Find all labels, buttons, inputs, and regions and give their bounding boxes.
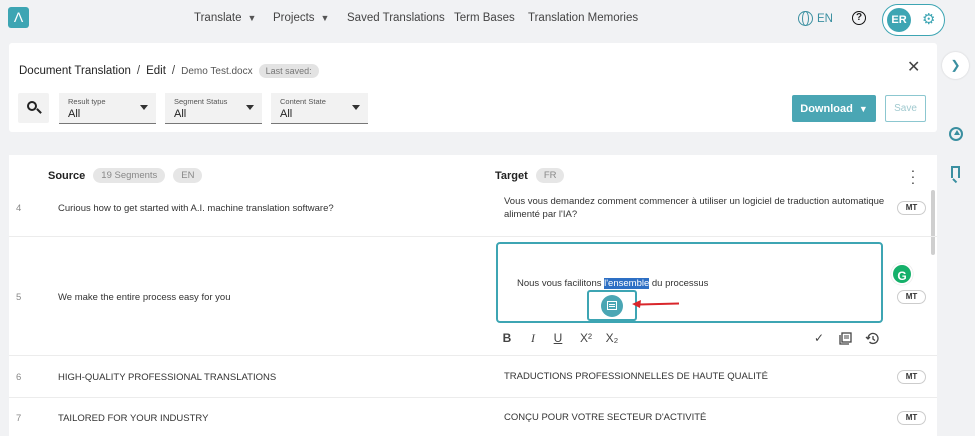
user-menu[interactable]: ER ⚙ (882, 4, 945, 36)
breadcrumb-file-name: Demo Test.docx (181, 65, 253, 77)
bold-button[interactable]: B (500, 331, 514, 345)
nav-translate[interactable]: Translate ▼ (194, 12, 256, 24)
editor-text[interactable]: Nous vous facilitons l'ensemble du proce… (517, 278, 708, 289)
top-navigation: Λ Translate ▼ Projects ▼ Saved Translation… (0, 0, 975, 40)
segment-number: 5 (16, 292, 22, 303)
expand-panel-button[interactable]: ❯ (942, 52, 969, 79)
annotation-arrow-icon (632, 300, 680, 308)
confirm-icon[interactable]: ✓ (814, 331, 824, 345)
source-text: We make the entire process easy for you (58, 292, 231, 303)
history-icon[interactable] (865, 332, 879, 348)
source-column-header: Source 19 Segments EN (48, 168, 203, 183)
nav-projects[interactable]: Projects ▼ (273, 12, 329, 24)
save-button[interactable]: Save (885, 95, 926, 122)
segments-panel: Source 19 Segments EN Target FR · · · 4 Cu… (9, 155, 937, 436)
segments-count-badge: 19 Segments (93, 168, 166, 183)
content-state-label: Content State (280, 97, 326, 106)
segment-number: 7 (16, 413, 22, 424)
underline-button[interactable]: U (551, 331, 565, 345)
segment-status-label: Segment Status (174, 97, 228, 106)
mt-badge: MT (897, 411, 926, 425)
language-code: EN (817, 12, 833, 25)
result-type-value: All (68, 108, 81, 120)
segment-status-select[interactable]: Segment Status All (165, 93, 262, 124)
help-icon[interactable]: ? (852, 11, 866, 25)
glossary-icon (607, 301, 617, 310)
gear-icon[interactable]: ⚙ (922, 10, 935, 28)
chevron-down-icon: ▼ (247, 13, 257, 23)
dropdown-arrow-icon (246, 105, 254, 110)
bookmark-icon[interactable] (951, 166, 960, 178)
target-text[interactable]: TRADUCTIONS PROFESSIONNELLES DE HAUTE QU… (504, 370, 894, 383)
table-row[interactable]: 7 TAILORED FOR YOUR INDUSTRY CONÇU POUR … (9, 397, 937, 436)
search-button[interactable] (18, 93, 49, 123)
last-saved-badge: Last saved: (258, 64, 319, 78)
breadcrumb-separator: / (171, 65, 176, 77)
close-icon[interactable]: ✕ (907, 57, 920, 77)
document-header: Document Translation / Edit / Demo Test.… (9, 43, 937, 132)
target-text[interactable]: Vous vous demandez comment commencer à u… (504, 195, 894, 221)
nav-projects-label: Projects (273, 12, 315, 24)
breadcrumb-document-translation[interactable]: Document Translation (19, 65, 131, 77)
source-title: Source (48, 169, 86, 182)
superscript-button[interactable]: X² (577, 331, 595, 345)
download-label: Download (800, 102, 853, 115)
dropdown-arrow-icon (140, 105, 148, 110)
breadcrumb-separator: / (136, 65, 141, 77)
copy-source-icon[interactable] (839, 332, 852, 348)
nav-saved-translations[interactable]: Saved Translations (347, 12, 445, 24)
glossary-popup (587, 290, 637, 321)
segment-number: 4 (16, 203, 22, 214)
source-text: Curious how to get started with A.I. mac… (58, 203, 334, 214)
breadcrumb-edit[interactable]: Edit (146, 65, 166, 77)
segment-status-value: All (174, 108, 187, 120)
subscript-button[interactable]: X₂ (603, 331, 621, 345)
mt-badge: MT (897, 370, 926, 384)
source-language-badge: EN (173, 168, 203, 183)
result-type-label: Result type (68, 97, 106, 106)
language-selector[interactable]: EN (798, 11, 833, 26)
grammarly-icon[interactable]: G (891, 263, 913, 285)
source-text: TAILORED FOR YOUR INDUSTRY (58, 413, 209, 424)
content-state-value: All (280, 108, 293, 120)
nav-translate-label: Translate (194, 12, 242, 24)
app-logo[interactable]: Λ (8, 7, 29, 28)
content-state-select[interactable]: Content State All (271, 93, 368, 124)
globe-icon (798, 11, 813, 26)
download-button[interactable]: Download ▼ (792, 95, 876, 122)
chevron-down-icon: ▼ (858, 103, 868, 114)
target-column-header: Target FR (495, 168, 565, 183)
chevron-right-icon: ❯ (950, 58, 961, 72)
target-language-badge: FR (535, 168, 565, 183)
source-text: HIGH-QUALITY PROFESSIONAL TRANSLATIONS (58, 372, 277, 383)
chevron-down-icon: ▼ (320, 13, 330, 23)
more-options-icon[interactable]: · · · (910, 163, 916, 189)
glossary-button[interactable] (601, 295, 623, 317)
editor-text-after: du processus (649, 278, 709, 289)
result-type-select[interactable]: Result type All (59, 93, 156, 124)
table-row[interactable]: 6 HIGH-QUALITY PROFESSIONAL TRANSLATIONS… (9, 355, 937, 397)
dropdown-arrow-icon (352, 105, 360, 110)
target-text[interactable]: CONÇU POUR VOTRE SECTEUR D'ACTIVITÉ (504, 411, 894, 424)
editor-selected-text[interactable]: l'ensemble (604, 278, 650, 289)
nav-term-bases[interactable]: Term Bases (454, 12, 515, 24)
target-editor[interactable]: Nous vous facilitons l'ensemble du proce… (496, 242, 883, 323)
mt-badge: MT (897, 290, 926, 304)
avatar[interactable]: ER (887, 8, 911, 32)
nav-translation-memories[interactable]: Translation Memories (528, 12, 638, 24)
table-row[interactable]: 4 Curious how to get started with A.I. m… (9, 189, 937, 236)
breadcrumb: Document Translation / Edit / Demo Test.… (19, 64, 319, 78)
mt-badge: MT (897, 201, 926, 215)
segment-number: 6 (16, 372, 22, 383)
editor-text-before: Nous vous facilitons (517, 278, 605, 289)
upload-icon[interactable] (949, 127, 963, 141)
target-title: Target (495, 169, 528, 182)
italic-button[interactable]: I (526, 331, 540, 346)
